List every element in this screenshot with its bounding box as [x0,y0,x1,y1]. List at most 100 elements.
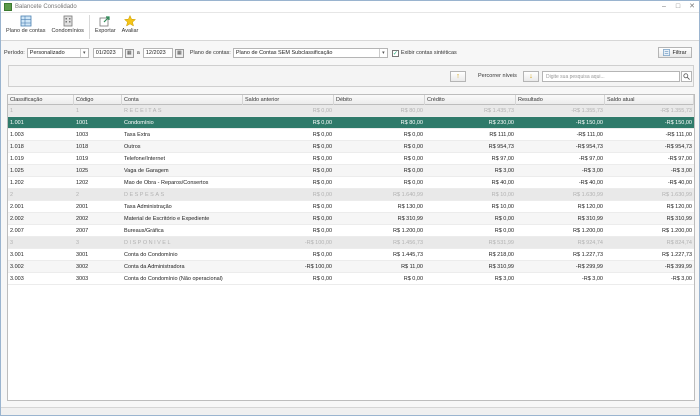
cell-cls: 1.001 [10,119,24,126]
header-conta[interactable]: Conta [122,95,243,105]
cell-res: -R$ 150,00 [575,119,603,126]
table-body: 1 1 RECEITAS R$ 0,00 R$ 80,00 R$ 1.435,73 -R$ … [8,105,694,285]
cell-cod: 3002 [76,263,89,270]
arrow-up-button[interactable]: ↑ [450,71,466,82]
header-saldo-atual[interactable]: Saldo atual [605,95,694,105]
minimize-icon[interactable]: – [657,1,671,12]
cell-conta: Conta do Condomínio [124,251,178,258]
table-row[interactable]: 1.202 1202 Mao de Obra - Reparos/Consertos… [8,177,694,189]
plano-contas-select[interactable]: Plano de Contas SEM Subclassificação ▾ [232,48,388,58]
calendar-icon[interactable]: ▦ [124,48,134,58]
cell-cred: R$ 10,00 [491,191,514,198]
cell-res: -R$ 299,99 [575,263,603,270]
cell-conta: Bureaus/Gráfica [124,227,164,234]
cell-deb: R$ 130,00 [397,203,423,210]
cell-conta: Conta do Condomínio (Não operacional) [124,275,223,282]
exportar-label: Exportar [94,28,116,34]
cell-conta: Taxa Extra [124,131,150,138]
header-debito[interactable]: Débito [334,95,425,105]
header-classificacao[interactable]: Classificação [8,95,74,105]
star-icon [124,15,137,27]
plano-contas-label: Plano de contas: [189,50,231,56]
avaliar-button[interactable]: Avaliar [119,13,142,34]
maximize-icon[interactable]: □ [671,1,685,12]
header-saldo-anterior[interactable]: Saldo anterior [243,95,334,105]
cell-cod: 2007 [76,227,89,234]
cell-cred: R$ 0,00 [494,215,514,222]
cell-deb: R$ 0,00 [403,131,423,138]
plano-de-contas-button[interactable]: Plano de contas [3,13,48,34]
cell-cls: 1 [10,107,14,114]
cell-cod: 1003 [76,131,89,138]
table-row[interactable]: 1.018 1018 Outros R$ 0,00 R$ 0,00 R$ 954,73 -R… [8,141,694,153]
date-from-input[interactable]: 01/2023 [92,48,123,58]
table-row[interactable]: 1.001 1001 Condomínio R$ 0,00 R$ 80,00 R$ 230… [8,117,694,129]
cell-atual: -R$ 3,00 [670,275,692,282]
table-row[interactable]: 1.019 1019 Telefone/Internet R$ 0,00 R$ 0,00… [8,153,694,165]
cell-atual: -R$ 954,73 [664,143,692,150]
cell-ant: R$ 0,00 [312,215,332,222]
cell-cod: 3 [76,239,80,246]
cell-cod: 1025 [76,167,89,174]
group-row[interactable]: 3 3 DISPONÍVEL -R$ 100,00 R$ 1.456,73 R$ 531,… [8,237,694,249]
cell-atual: R$ 1.200,00 [662,227,692,234]
cell-cls: 3.003 [10,275,24,282]
cell-res: -R$ 40,00 [578,179,603,186]
table-row[interactable]: 1.003 1003 Taxa Extra R$ 0,00 R$ 0,00 R$ 111,… [8,129,694,141]
cell-cred: R$ 310,99 [488,263,514,270]
close-icon[interactable]: ✕ [685,1,699,12]
cell-deb: R$ 1.640,99 [393,191,423,198]
cell-cod: 3001 [76,251,89,258]
header-codigo[interactable]: Código [74,95,122,105]
condominios-button[interactable]: Condomínios [48,13,86,34]
cell-cred: R$ 97,00 [491,155,514,162]
cell-cred: R$ 218,00 [488,251,514,258]
cell-cls: 1.018 [10,143,24,150]
cell-cred: R$ 0,00 [494,227,514,234]
cell-ant: R$ 0,00 [312,119,332,126]
cell-cod: 1019 [76,155,89,162]
cell-cod: 3003 [76,275,89,282]
cell-ant: R$ 0,00 [312,203,332,210]
table-row[interactable]: 2.001 2001 Taxa Administração R$ 0,00 R$ 130… [8,201,694,213]
cell-conta: RECEITAS [124,107,164,114]
window-title: Balancete Consolidado [15,3,77,10]
cell-cod: 2002 [76,215,89,222]
sinteticas-checkbox[interactable]: ✓ [391,49,399,57]
chevron-down-icon: ▾ [378,49,387,57]
cell-res: R$ 1.630,99 [573,191,603,198]
group-row[interactable]: 2 2 DESPESAS R$ 0,00 R$ 1.640,99 R$ 10,00 R$ 1… [8,189,694,201]
table-row[interactable]: 1.025 1025 Vaga de Garagem R$ 0,00 R$ 0,00 R$… [8,165,694,177]
search-button[interactable] [681,71,692,82]
exportar-button[interactable]: Exportar [92,13,119,34]
cell-ant: R$ 0,00 [312,143,332,150]
arrow-down-icon: ↓ [529,73,533,80]
cell-res: -R$ 3,00 [581,167,603,174]
table-row[interactable]: 2.002 2002 Material de Escritório e Expedi… [8,213,694,225]
cell-cred: R$ 230,00 [488,119,514,126]
filtrar-button[interactable]: Filtrar [658,47,692,58]
header-resultado[interactable]: Resultado [516,95,605,105]
cell-cls: 3.002 [10,263,24,270]
group-row[interactable]: 1 1 RECEITAS R$ 0,00 R$ 80,00 R$ 1.435,73 -R$ … [8,105,694,117]
date-to-input[interactable]: 12/2023 [142,48,173,58]
cell-cod: 1018 [76,143,89,150]
status-bar [1,407,699,415]
table-row[interactable]: 3.002 3002 Conta da Administradora -R$ 100,… [8,261,694,273]
table-row[interactable]: 2.007 2007 Bureaus/Gráfica R$ 0,00 R$ 1.200,… [8,225,694,237]
cell-ant: R$ 0,00 [312,155,332,162]
table-row[interactable]: 3.001 3001 Conta do Condomínio R$ 0,00 R$ 1.… [8,249,694,261]
table-header: Classificação Código Conta Saldo anterio… [8,95,694,105]
cell-deb: R$ 0,00 [403,167,423,174]
condominios-label: Condomínios [51,28,84,34]
periodo-select[interactable]: Personalizado ▾ [26,48,89,58]
cell-cred: R$ 10,00 [491,203,514,210]
arrow-down-button[interactable]: ↓ [523,71,539,82]
cell-cred: R$ 531,99 [488,239,514,246]
search-input[interactable]: Digite sua pesquisa aqui... [542,71,680,82]
cell-ant: R$ 0,00 [312,227,332,234]
cell-conta: Mao de Obra - Reparos/Consertos [124,179,209,186]
header-credito[interactable]: Crédito [425,95,516,105]
table-row[interactable]: 3.003 3003 Conta do Condomínio (Não operac… [8,273,694,285]
calendar-icon[interactable]: ▦ [174,48,184,58]
